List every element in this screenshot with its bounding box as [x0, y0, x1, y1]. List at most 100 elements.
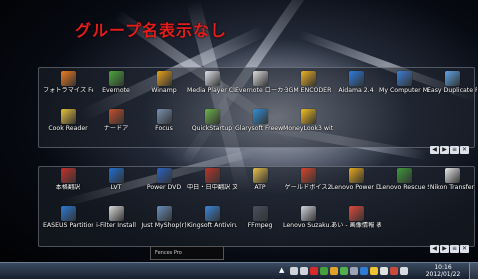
media-player-icon [204, 71, 220, 86]
desktop-shortcut[interactable]: Cook Reader [43, 109, 93, 147]
nikon-icon [444, 168, 460, 183]
desktop-shortcut[interactable]: EASEUS Partition Mast... [43, 206, 93, 244]
winamp-icon [156, 71, 172, 86]
desktop-shortcut[interactable]: Just MyShop(r) [139, 206, 189, 244]
shortcut-label: Media Player Classic - Ho... [187, 87, 237, 94]
reader-icon [60, 109, 76, 124]
desktop-shortcut[interactable]: Glarysoft Freeware [235, 109, 285, 147]
desktop-shortcut[interactable]: 3GM ENCODER [283, 71, 333, 109]
desktop-shortcut[interactable]: QuickStartup [187, 109, 237, 147]
clock-time: 10:16 [434, 264, 452, 271]
desktop-shortcut[interactable]: Lenovo Rescue System [379, 168, 429, 206]
fence-prev-button[interactable]: ◀ [430, 245, 439, 253]
desktop-shortcut[interactable]: Winamp [139, 71, 189, 109]
shortcut-label: Evernote [102, 87, 130, 94]
shortcut-label: Lenovo Suzaku... [283, 222, 333, 229]
kingsoft-icon [204, 206, 220, 221]
antivirus-icon[interactable] [310, 267, 318, 275]
shortcut-label: My Computer Manager [379, 87, 429, 94]
image-info-icon [348, 206, 364, 221]
chat-icon[interactable] [370, 267, 378, 275]
desktop-shortcut[interactable]: My Computer Manager [379, 71, 429, 109]
ime-icon[interactable] [390, 267, 398, 275]
fence-group-1[interactable]: フォトラマイズ Fences Evernote Winamp Media Player… [38, 67, 477, 154]
shortcut-label: Kingsoft Antivirus [187, 222, 237, 229]
shortcut-label: ナードア [103, 125, 129, 132]
desktop-shortcut[interactable]: Focus [139, 109, 189, 147]
battery-icon[interactable] [400, 267, 408, 275]
desktop-shortcut[interactable]: i-Filter Install [91, 206, 141, 244]
shortcut-label: Cook Reader [48, 125, 88, 132]
desktop-shortcut[interactable]: Lenovo Power DVD 9 [331, 168, 381, 206]
fence-next-button[interactable]: ▶ [440, 245, 449, 253]
desktop-shortcut[interactable]: Media Player Classic - Ho... [187, 71, 237, 109]
desktop-shortcut[interactable]: Lenovo Suzaku... [283, 206, 333, 244]
volume-icon[interactable] [300, 267, 308, 275]
glarysoft-icon [252, 109, 268, 124]
desktop-shortcut[interactable]: Evernote ローカー 位取り替え.cot [235, 71, 285, 109]
fence-preview-strip[interactable]: Fences Pro [150, 246, 224, 260]
duplicate-finder-icon [444, 71, 460, 86]
shortcut-label: ATP [254, 184, 266, 191]
shortcut-label: EASEUS Partition Mast... [43, 222, 93, 229]
fence-next-button[interactable]: ▶ [440, 146, 449, 154]
aidama-icon [348, 71, 364, 86]
shortcut-label: Power DVD [146, 184, 182, 191]
desktop-shortcut[interactable]: Nikon Transfer [427, 168, 477, 206]
shortcut-label: FFmpeg [247, 222, 273, 229]
shortcut-label: i-Filter Install [96, 222, 136, 229]
fence-nav-controls: ◀ ▶ ≡ ✕ [429, 136, 471, 154]
desktop-shortcut[interactable]: Evernote [91, 71, 141, 109]
shortcut-label: MoneyLook3 with Yaho... [283, 125, 333, 132]
desktop-shortcut[interactable]: FFmpeg [235, 206, 285, 244]
sync-icon[interactable] [360, 267, 368, 275]
taskbar: ▲ 10:16 2012/01/22 [0, 262, 478, 279]
filter-icon [108, 206, 124, 221]
focus-icon [156, 109, 172, 124]
fence-close-button[interactable]: ✕ [460, 146, 469, 154]
fence-menu-button[interactable]: ≡ [450, 146, 459, 154]
desktop-wallpaper: グループ名表示なし フォトラマイズ Fences Evernote Winamp Me… [0, 0, 478, 262]
drive-icon[interactable] [350, 267, 358, 275]
tray-expand-icon[interactable]: ▲ [279, 266, 284, 274]
fence-prev-button[interactable]: ◀ [430, 146, 439, 154]
desktop-shortcut[interactable]: 中日・日中翻訳 文 [187, 168, 237, 206]
rescue-icon [396, 168, 412, 183]
desktop-shortcut[interactable]: 本格翻訳 [43, 168, 93, 206]
lvt-icon [108, 168, 124, 183]
shortcut-label: 3GM ENCODER [284, 87, 332, 94]
show-desktop-button[interactable] [469, 263, 478, 279]
desktop-shortcut[interactable]: Aidama 2.4 [331, 71, 381, 109]
taskbar-clock[interactable]: 10:16 2012/01/22 [421, 264, 465, 278]
ffmpeg-icon [252, 206, 268, 221]
shortcut-label: Easy Duplicate Finder [427, 87, 477, 94]
fence-close-button[interactable]: ✕ [460, 245, 469, 253]
desktop-shortcut[interactable]: ゲールドボイス2 [283, 168, 333, 206]
fence-menu-button[interactable]: ≡ [450, 245, 459, 253]
app-icon [108, 109, 124, 124]
shortcut-label: Lenovo Rescue System [379, 184, 429, 191]
desktop-shortcut[interactable]: Power DVD [139, 168, 189, 206]
fence-group-2[interactable]: 本格翻訳 LVT Power DVD 中日・日中翻訳 文 ATP ゲールドボイス2 Leno… [38, 166, 477, 253]
desktop-shortcut[interactable]: ATP [235, 168, 285, 206]
desktop-shortcut[interactable]: ナードア [91, 109, 141, 147]
shortcut-label: フォトラマイズ Fences [43, 87, 93, 94]
desktop-shortcut[interactable]: Kingsoft Antivirus [187, 206, 237, 244]
shortcut-label: 本格翻訳 [55, 184, 81, 191]
network-icon[interactable] [290, 267, 298, 275]
desktop-shortcut[interactable]: あい - 画像情報 表示操作 H23 [331, 206, 381, 244]
power-icon[interactable] [340, 267, 348, 275]
evernote-tray-icon[interactable] [320, 267, 328, 275]
update-icon[interactable] [330, 267, 338, 275]
evernote-icon [108, 71, 124, 86]
desktop-shortcut[interactable]: フォトラマイズ Fences [43, 71, 93, 109]
flag-icon[interactable] [380, 267, 388, 275]
preview-strip-label: Fences Pro [155, 250, 182, 256]
folder-icon [252, 168, 268, 183]
desktop-shortcut[interactable]: LVT [91, 168, 141, 206]
shortcut-label: Glarysoft Freeware [235, 125, 285, 132]
desktop-shortcut[interactable]: Easy Duplicate Finder [427, 71, 477, 109]
shortcut-label: あい - 画像情報 表示操作 H23 [331, 222, 381, 229]
desktop-shortcut[interactable]: MoneyLook3 with Yaho... [283, 109, 333, 147]
shortcut-label: Focus [155, 125, 173, 132]
